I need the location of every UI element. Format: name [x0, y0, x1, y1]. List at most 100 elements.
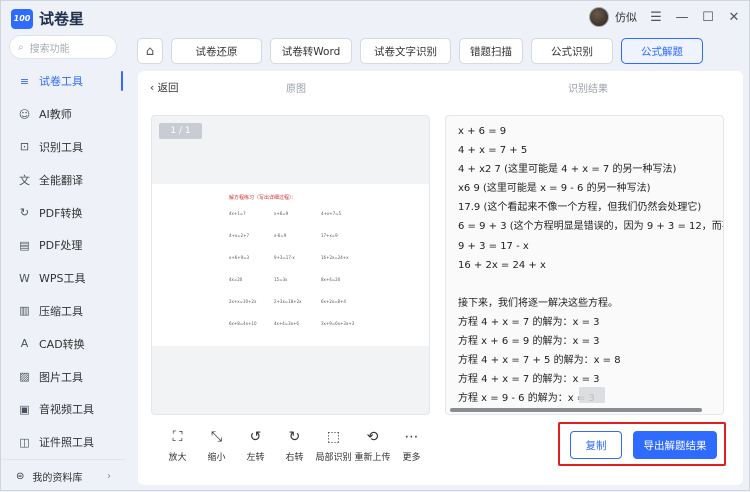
tab[interactable]: 公式解题: [621, 38, 703, 64]
paper-equation: 16+2x=24+x: [321, 255, 349, 260]
tool-button[interactable]: ⤡ 缩小: [197, 429, 236, 463]
sidebar-item[interactable]: 文全能翻译: [1, 163, 125, 196]
tool-icon: ⛶: [172, 429, 183, 445]
my-library-button[interactable]: ⊜ 我的资料库 ›: [1, 459, 125, 492]
tool-label: 放大: [168, 453, 187, 463]
nav-icon: W: [19, 271, 30, 285]
nav-icon: ☺: [18, 107, 31, 121]
paper-equation: 3x+9=6x+3x+3: [321, 321, 355, 326]
nav-icon: ▨: [19, 370, 30, 384]
paper-equation: 4+x=2+7: [229, 233, 250, 238]
tool-icon: ⬚: [326, 429, 341, 445]
tool-icon: ⋯: [404, 429, 419, 445]
tab[interactable]: 公式识别: [531, 38, 613, 64]
nav-icon: 文: [19, 173, 30, 187]
paper-title: 解方程练习（写出详细过程）：: [229, 195, 297, 201]
window-controls: 仿似 ☰ — ☐ ✕: [589, 7, 741, 27]
paper-equation: x+6=9: [274, 211, 289, 216]
result-line: x + 6 = 9: [458, 126, 507, 137]
copy-button[interactable]: 复制: [570, 431, 622, 459]
maximize-icon[interactable]: ☐: [701, 10, 715, 25]
tab[interactable]: 错题扫描: [459, 38, 523, 64]
home-icon: ⌂: [145, 43, 155, 59]
minimize-icon[interactable]: —: [675, 10, 689, 25]
paper-equation: x-6=9: [274, 233, 287, 238]
scrollbar-thumb[interactable]: [450, 408, 702, 412]
paper-equation: x+6+9=3: [229, 255, 250, 260]
sidebar-item-label: 压缩工具: [39, 304, 83, 318]
sidebar-item-label: CAD转换: [39, 337, 85, 351]
overlay-chip: [579, 387, 605, 403]
search-placeholder: 搜索功能: [29, 43, 70, 55]
sidebar-item[interactable]: ⊡ 识别工具: [1, 131, 125, 164]
sidebar-item[interactable]: ▣ 音视频工具: [1, 393, 125, 426]
back-button[interactable]: ‹ 返回: [150, 80, 179, 95]
search-input[interactable]: ⌕ 搜索功能: [9, 35, 117, 59]
result-line: 方程 4 + x = 7 的解为：x = 3: [458, 316, 600, 328]
tool-button[interactable]: ↻ 右转: [275, 429, 314, 463]
paper-equation: 4x+4=3x+6: [274, 321, 299, 326]
result-panel[interactable]: x + 6 = 9 4 + x = 7 + 5 4 + x2 7 (这里可能是 4 …: [445, 115, 724, 415]
sidebar-item-label: WPS工具: [39, 272, 86, 286]
result-line: [458, 275, 723, 294]
avatar[interactable]: [589, 7, 609, 27]
tool-label: 左转: [246, 453, 265, 463]
username[interactable]: 仿似: [615, 9, 637, 25]
sidebar-item-label: 试卷工具: [39, 75, 83, 89]
result-line: 9 + 3 = 17 - x: [458, 240, 529, 252]
logo-icon: 100: [11, 8, 33, 29]
result-line: x6 9 (这里可能是 x = 9 - 6 的另一种写法): [458, 183, 651, 195]
home-button[interactable]: ⌂: [137, 38, 163, 64]
sidebar-item-label: AI教师: [39, 108, 72, 122]
result-line: 4 + x2 7 (这里可能是 4 + x = 7 的另一种写法): [458, 164, 677, 176]
sidebar-nav: ≡ 试卷工具 ☺ AI教师 ⊡ 识别工具文全能翻译 ↻ PDF转换 ▤ PDF处理 W WPS工具 ▥ 压…: [1, 65, 125, 459]
result-header: 识别结果: [568, 84, 608, 95]
tab[interactable]: 试卷还原: [171, 38, 262, 64]
sidebar: ⌕ 搜索功能 ≡ 试卷工具 ☺ AI教师 ⊡ 识别工具文全能翻译 ↻ PDF转换 ▤ PDF处理 W…: [1, 31, 125, 492]
sidebar-item[interactable]: ↻ PDF转换: [1, 196, 125, 229]
result-line: 16 + 2x = 24 + x: [458, 259, 546, 271]
result-line: 方程 x + 6 = 9 的解为：x = 3: [458, 336, 600, 348]
tool-button[interactable]: ⬚ 局部识别: [314, 429, 353, 463]
menu-icon[interactable]: ☰: [649, 10, 663, 25]
sidebar-item[interactable]: ◫ 证件照工具: [1, 426, 125, 459]
tool-button[interactable]: ⟲ 重新上传: [353, 429, 392, 463]
export-result-button[interactable]: 导出解题结果: [633, 431, 717, 459]
paper-equation: 9+3=17-x: [274, 255, 295, 260]
nav-icon: ≡: [19, 74, 30, 88]
sidebar-item-label: 全能翻译: [39, 173, 83, 187]
sidebar-item[interactable]: ▥ 压缩工具: [1, 295, 125, 328]
horizontal-scrollbar[interactable]: [446, 406, 723, 414]
tool-button[interactable]: ⛶ 放大: [158, 429, 197, 463]
sidebar-item[interactable]: ▨ 图片工具: [1, 360, 125, 393]
sidebar-item-label: PDF处理: [39, 239, 83, 253]
paper-equation: 2x+x=10+2x: [229, 299, 257, 304]
original-image-panel: 1 / 1 解方程练习（写出详细过程）： 4x+1=7 x+6=9 4+x+7=5 4…: [151, 115, 430, 415]
tool-button[interactable]: ↺ 左转: [236, 429, 275, 463]
result-line: 6 = 9 + 3 (这个方程明显是错误的，因为 9 + 3 = 12，而不是: [458, 221, 724, 233]
nav-icon: ⊡: [19, 140, 30, 154]
tool-icon: ↻: [288, 429, 301, 445]
page-indicator: 1 / 1: [159, 123, 202, 139]
result-line: 4 + x = 7 + 5: [458, 145, 528, 157]
sidebar-item-label: 图片工具: [39, 370, 83, 384]
result-line: 方程 4 + x = 7 + 5 的解为：x = 8: [458, 355, 621, 367]
tool-button[interactable]: ⋯ 更多: [392, 429, 431, 463]
paper-equation: 17+x=9: [321, 233, 338, 238]
sidebar-item[interactable]: ≡ 试卷工具: [1, 65, 125, 98]
paper-equation: 2+3x=18+2x: [274, 299, 302, 304]
paper-equation: 8x+4=20: [321, 277, 341, 282]
sidebar-item[interactable]: W WPS工具: [1, 262, 125, 295]
nav-icon: ◫: [19, 435, 30, 449]
tab-bar: 试卷还原 试卷转Word 试卷文字识别 错题扫描 公式识别 公式解题: [171, 38, 703, 64]
nav-icon: ▤: [19, 238, 30, 252]
paper-equation: 4x+1=7: [229, 211, 246, 216]
sidebar-item[interactable]: A CAD转换: [1, 327, 125, 360]
result-line: 17.9 (这个看起来不像一个方程，但我们仍然会处理它): [458, 202, 702, 214]
sidebar-item[interactable]: ☺ AI教师: [1, 98, 125, 131]
close-icon[interactable]: ✕: [727, 10, 741, 25]
tool-icon: ⤡: [210, 429, 223, 445]
tab[interactable]: 试卷文字识别: [360, 38, 451, 64]
tab[interactable]: 试卷转Word: [270, 38, 352, 64]
sidebar-item[interactable]: ▤ PDF处理: [1, 229, 125, 262]
